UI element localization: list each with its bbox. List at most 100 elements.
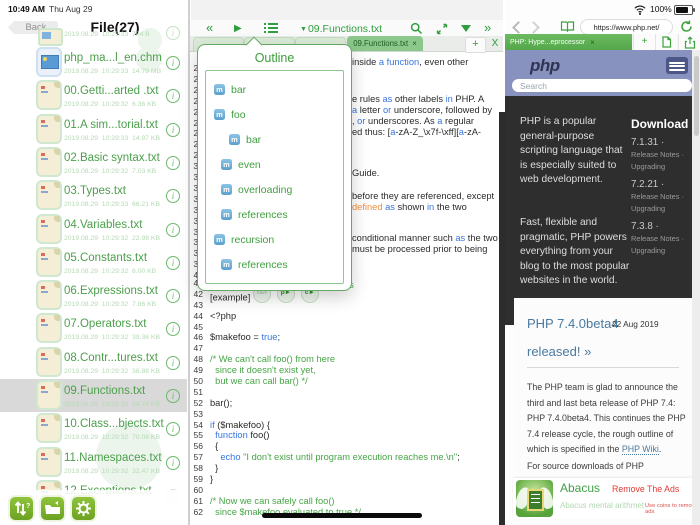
info-icon[interactable] bbox=[166, 255, 180, 270]
code-text: /* Now we can safely call foo() bbox=[210, 496, 335, 507]
browser-tab-php[interactable]: PHP: Hype...eprocessor × bbox=[505, 34, 632, 50]
file-meta: 2019.08.29 10:29:32 6.00 KB bbox=[64, 267, 157, 275]
code-segment: , even other bbox=[419, 57, 469, 67]
home-indicator[interactable] bbox=[262, 513, 422, 518]
info-icon[interactable] bbox=[166, 322, 180, 337]
file-row-09.Functions.txt[interactable]: 09.Functions.txt 2019.08.29 10:29:32 14.7… bbox=[0, 379, 187, 413]
news-title-line2[interactable]: released! » bbox=[527, 344, 591, 359]
info-icon[interactable] bbox=[166, 89, 180, 104]
outline-item-references[interactable]: m references bbox=[206, 252, 343, 277]
site-search-input[interactable]: Search bbox=[512, 79, 692, 92]
version-link[interactable]: 7.3.8 · bbox=[631, 221, 695, 232]
file-meta: 2019.08.29 10:29:33 14.97 KB bbox=[64, 134, 160, 142]
prev-file-icon[interactable]: « bbox=[206, 21, 213, 34]
remove-ads-link[interactable]: Remove The Ads bbox=[612, 484, 679, 494]
fullscreen-icon[interactable] bbox=[436, 23, 448, 35]
release-notes-link[interactable]: Release Notes · bbox=[631, 149, 695, 161]
php-wiki-link[interactable]: PHP Wiki bbox=[621, 444, 659, 455]
browser-new-tab-button[interactable]: + bbox=[633, 34, 655, 50]
file-row-04.Variables.txt[interactable]: 04.Variables.txt 2019.08.29 10:29:32 22.9… bbox=[0, 213, 187, 246]
more-dropdown-icon[interactable] bbox=[461, 25, 471, 32]
refresh-icon[interactable] bbox=[680, 20, 693, 33]
line-number: 57 bbox=[193, 452, 203, 463]
abacus-ad-icon[interactable] bbox=[516, 480, 553, 517]
news-title[interactable]: PHP 7.4.0beta4 bbox=[527, 316, 619, 331]
release-notes-link[interactable]: Release Notes · bbox=[631, 233, 695, 245]
version-link[interactable]: 7.2.21 · bbox=[631, 179, 695, 190]
code-segment: $makefoo = bbox=[210, 332, 262, 343]
info-icon[interactable] bbox=[166, 355, 180, 370]
file-row-03.Types.txt[interactable]: 03.Types.txt 2019.08.29 10:29:33 66.21 KB bbox=[0, 179, 187, 212]
search-icon[interactable] bbox=[410, 22, 423, 35]
page-save-icon[interactable] bbox=[655, 34, 677, 50]
file-row-05.Constants.txt[interactable]: 05.Constants.txt 2019.08.29 10:29:32 6.00… bbox=[0, 246, 187, 279]
file-meta: 2019.08.29 10:29:32 7.03 KB bbox=[64, 167, 157, 175]
file-title-dropdown[interactable]: ▼09.Functions.txt bbox=[300, 23, 382, 35]
outline-item-bar[interactable]: m bar bbox=[206, 127, 343, 152]
tab-close-icon[interactable]: × bbox=[412, 39, 417, 48]
info-icon[interactable] bbox=[166, 289, 180, 304]
run-play-icon[interactable]: ▶ bbox=[234, 23, 242, 35]
outline-icon[interactable] bbox=[264, 23, 278, 34]
upgrading-link[interactable]: Upgrading bbox=[631, 245, 695, 257]
outline-item-foo[interactable]: m foo bbox=[206, 102, 343, 127]
outline-item-references[interactable]: m references bbox=[206, 202, 343, 227]
info-icon[interactable] bbox=[166, 455, 180, 470]
code-segment: must be processed prior to being bbox=[352, 244, 488, 254]
settings-gear-button[interactable] bbox=[72, 497, 95, 520]
release-notes-link[interactable]: Release Notes · bbox=[631, 191, 695, 203]
browser-scrollbar-thumb[interactable] bbox=[693, 56, 699, 136]
bookmarks-book-icon[interactable] bbox=[560, 20, 575, 32]
file-icon bbox=[38, 448, 60, 475]
code-segment: } bbox=[210, 463, 219, 474]
file-row-01.A-sim...torial.txt[interactable]: 01.A sim...torial.txt 2019.08.29 10:29:33… bbox=[0, 113, 187, 146]
file-row-php_ma...l_en.chm[interactable]: php_ma...l_en.chm 2019.08.29 10:29:33 14.… bbox=[0, 46, 187, 79]
code-row: 45 bbox=[187, 322, 499, 333]
status-date: Thu Aug 29 bbox=[49, 4, 93, 14]
file-row-11.Namespaces.txt[interactable]: 11.Namespaces.txt 2019.08.29 10:29:32 32.… bbox=[0, 446, 187, 479]
outline-item-recursion[interactable]: m recursion bbox=[206, 227, 343, 252]
code-segment: /* We can't call foo() from here bbox=[210, 354, 336, 365]
info-icon[interactable] bbox=[166, 26, 180, 40]
browser-tab-close-icon[interactable]: × bbox=[590, 38, 595, 47]
php-logo[interactable]: php bbox=[530, 56, 560, 76]
browser-tab-label: PHP: Hype...eprocessor bbox=[510, 38, 586, 46]
upgrading-link[interactable]: Upgrading bbox=[631, 203, 695, 215]
file-name: 01.A sim...torial.txt bbox=[64, 118, 158, 131]
outline-item-even[interactable]: m even bbox=[206, 152, 343, 177]
file-row-08.Contr...tures.txt[interactable]: 08.Contr...tures.txt 2019.08.29 10:29:32 … bbox=[0, 346, 187, 379]
file-row-02.Basic-syntax.txt[interactable]: 02.Basic syntax.txt 2019.08.29 10:29:32 7… bbox=[0, 146, 187, 179]
outline-item-overloading[interactable]: m overloading bbox=[206, 177, 343, 202]
info-icon[interactable] bbox=[166, 222, 180, 237]
info-icon[interactable] bbox=[166, 122, 180, 137]
next-file-icon[interactable]: » bbox=[484, 21, 491, 34]
info-icon[interactable] bbox=[166, 56, 180, 70]
outline-item-partial[interactable]: m bbox=[206, 277, 343, 283]
svg-text:?: ? bbox=[26, 503, 30, 510]
url-field[interactable]: https://www.php.net/ bbox=[580, 19, 673, 35]
new-tab-button[interactable]: + bbox=[465, 37, 486, 53]
file-meta: 2019.08.29 10:29:33 66.21 KB bbox=[64, 201, 160, 209]
info-icon[interactable] bbox=[166, 389, 180, 403]
code-text: since it doesn't exist yet, bbox=[210, 365, 315, 376]
code-segment: before they are referenced, except bbox=[352, 191, 495, 201]
close-tabs-button[interactable]: X bbox=[487, 37, 503, 51]
code-fragment: Guide. bbox=[352, 168, 379, 178]
folder-actions-button[interactable] bbox=[41, 497, 64, 520]
hamburger-menu-icon[interactable] bbox=[666, 57, 688, 74]
tab-09-functions[interactable]: 09.Functions.txt × bbox=[347, 36, 423, 51]
sort-button[interactable]: ? bbox=[10, 497, 33, 520]
outline-item-bar[interactable]: m bar bbox=[206, 77, 343, 102]
file-row-10.Class...bjects.txt[interactable]: 10.Class...bjects.txt 2019.08.29 10:29:32… bbox=[0, 412, 187, 445]
info-icon[interactable] bbox=[166, 189, 180, 204]
file-row-00.Getti...arted-.txt[interactable]: 00.Getti...arted .txt 2019.08.29 10:29:32… bbox=[0, 79, 187, 112]
share-icon[interactable] bbox=[678, 34, 700, 50]
info-icon[interactable] bbox=[166, 155, 180, 170]
info-icon[interactable] bbox=[166, 422, 180, 437]
news-text: . bbox=[658, 444, 662, 454]
file-row-06.Expressions.txt[interactable]: 06.Expressions.txt 2019.08.29 10:29:32 7.… bbox=[0, 279, 187, 312]
upgrading-link[interactable]: Upgrading bbox=[631, 161, 695, 173]
ad-title[interactable]: Abacus bbox=[560, 481, 600, 495]
file-row-07.Operators.txt[interactable]: 07.Operators.txt 2019.08.29 10:29:32 39.3… bbox=[0, 312, 187, 345]
version-link[interactable]: 7.1.31 · bbox=[631, 137, 695, 148]
